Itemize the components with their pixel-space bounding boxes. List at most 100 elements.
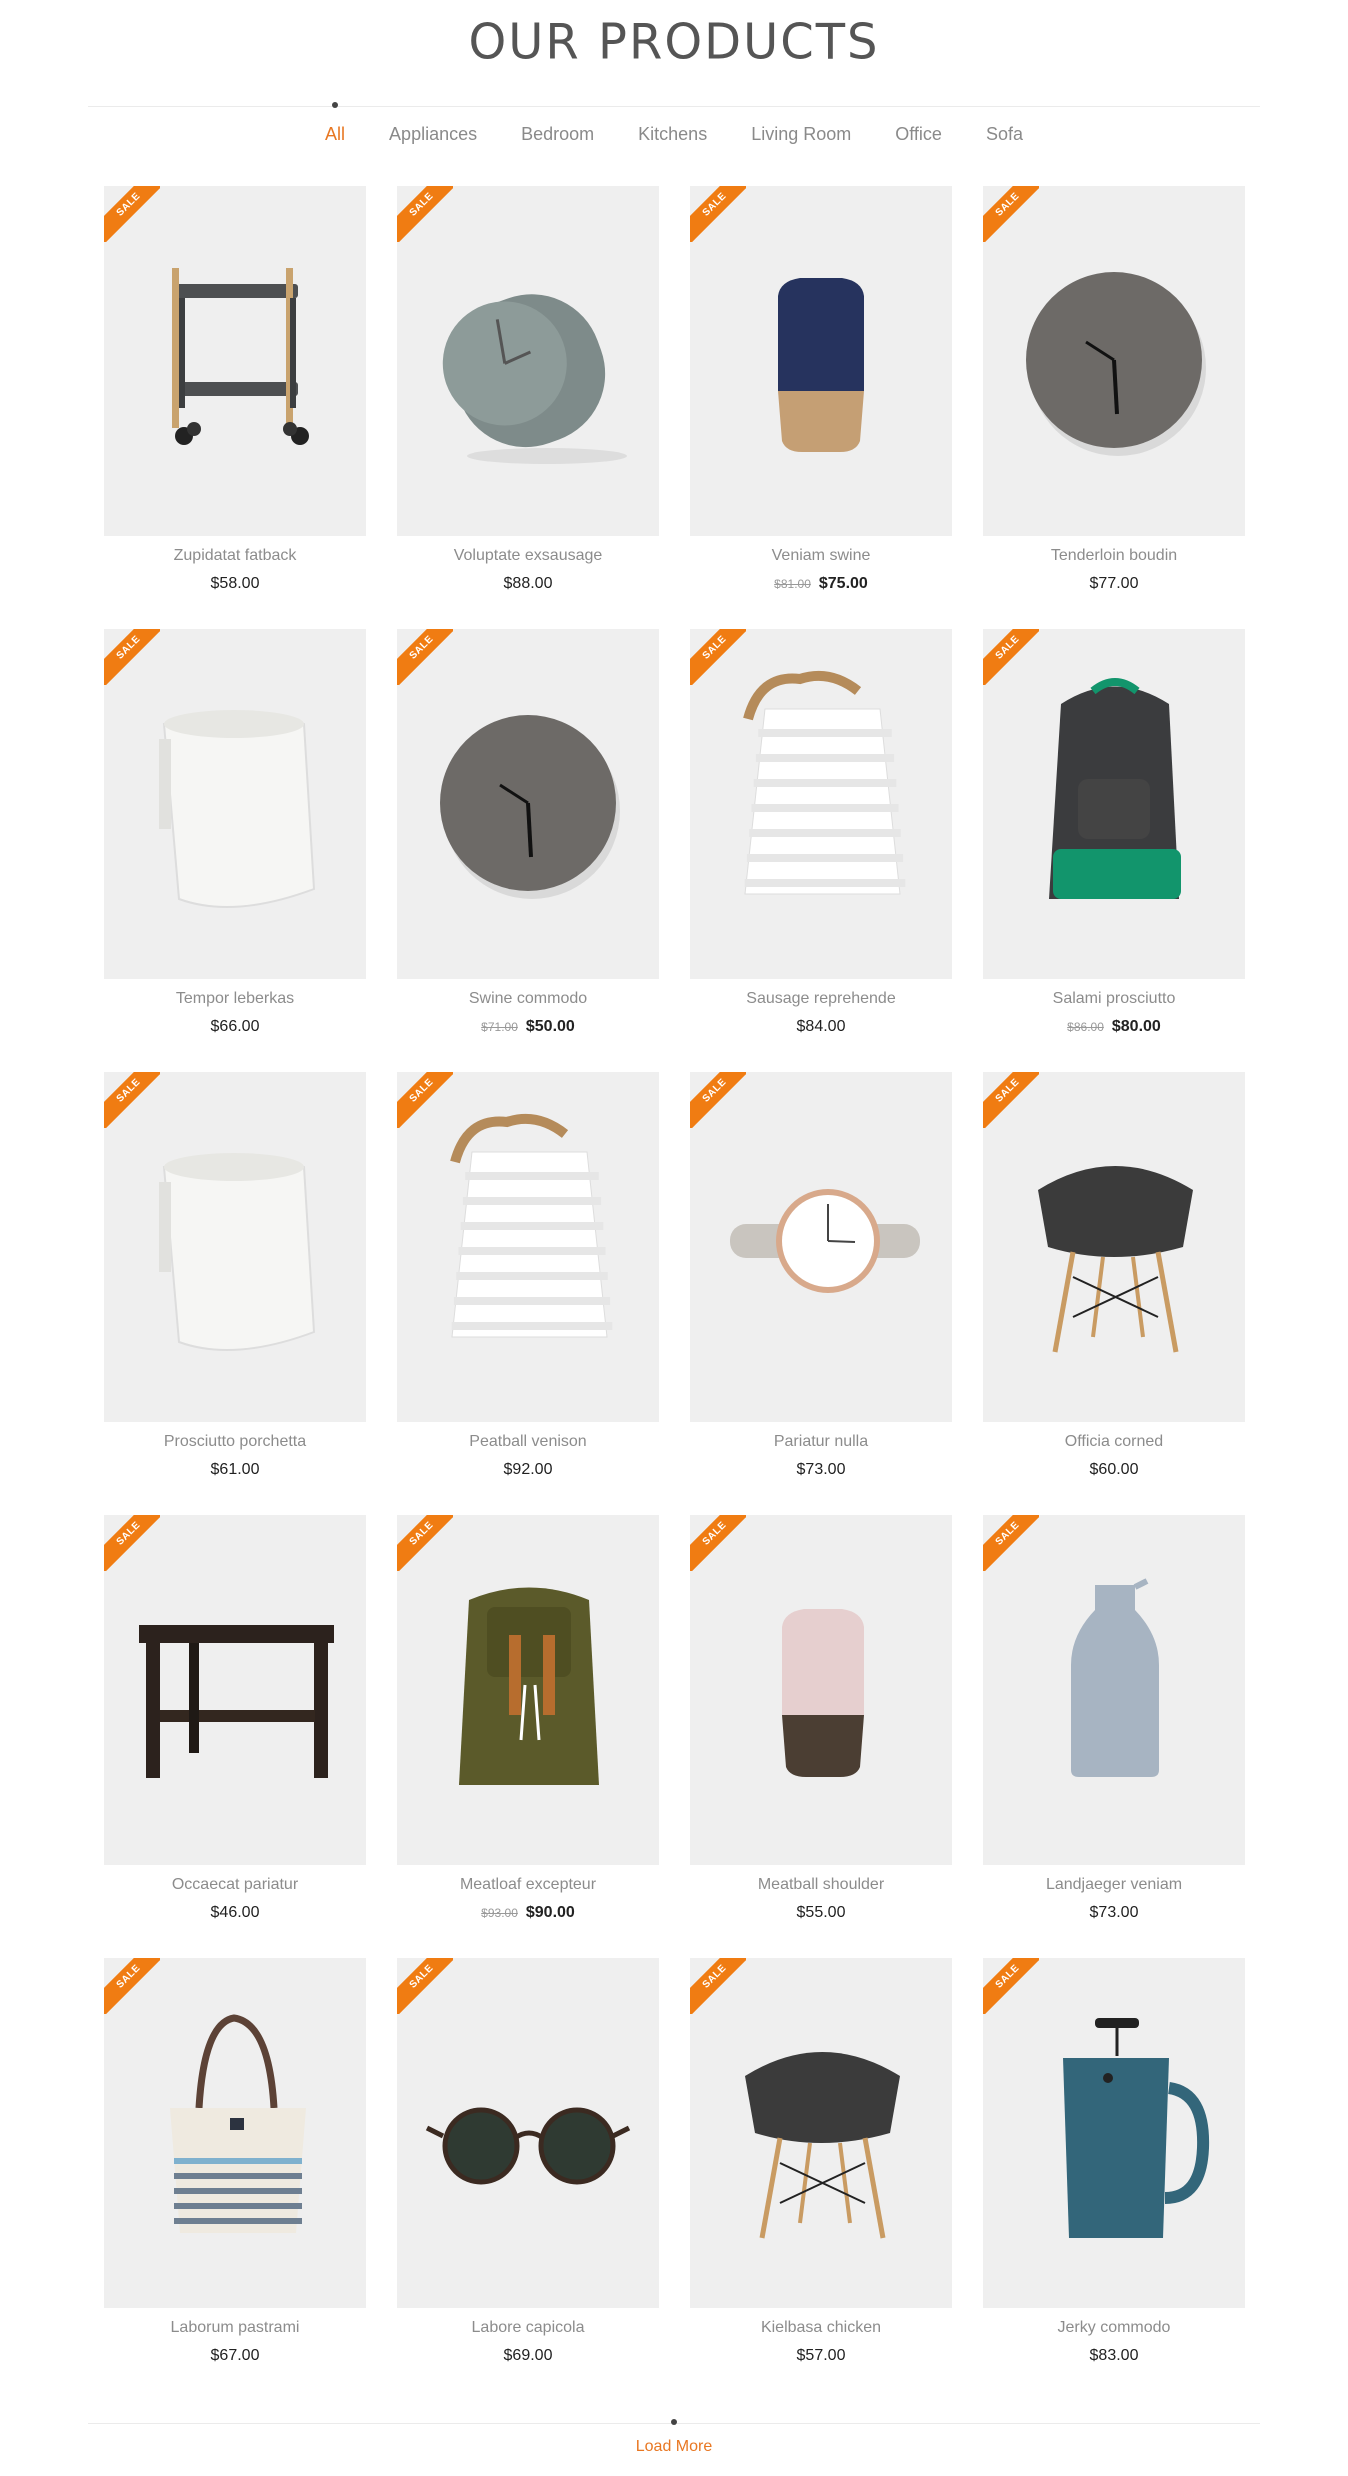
product-name[interactable]: Labore capicola	[397, 2318, 659, 2338]
product-name[interactable]: Salami prosciutto	[983, 989, 1245, 1009]
sale-label: SALE	[983, 1515, 1039, 1571]
sale-badge: SALE	[690, 186, 746, 242]
product-name[interactable]: Kielbasa chicken	[690, 2318, 952, 2338]
product-name[interactable]: Peatball venison	[397, 1432, 659, 1452]
product-name[interactable]: Meatloaf excepteur	[397, 1875, 659, 1895]
price-value: $46.00	[210, 1904, 260, 1921]
product-name[interactable]: Prosciutto porchetta	[104, 1432, 366, 1452]
product-card[interactable]: SALE Voluptate exsausage $88.00	[397, 186, 659, 629]
sale-label: SALE	[690, 186, 746, 242]
old-price: $86.00	[1067, 1020, 1104, 1034]
product-name[interactable]: Jerky commodo	[983, 2318, 1245, 2338]
sale-price: $90.00	[525, 1904, 575, 1921]
price-value: $55.00	[796, 1904, 846, 1921]
product-image[interactable]: SALE	[397, 1072, 659, 1422]
product-card[interactable]: SALE Officia corned $60.00	[983, 1072, 1245, 1515]
product-price: $92.00	[397, 1460, 659, 1480]
product-image[interactable]: SALE	[983, 186, 1245, 536]
product-image[interactable]: SALE	[397, 629, 659, 979]
product-name[interactable]: Occaecat pariatur	[104, 1875, 366, 1895]
product-price: $67.00	[104, 2346, 366, 2366]
product-card[interactable]: SALE Jerky commodo $83.00	[983, 1958, 1245, 2401]
product-card[interactable]: SALE Laborum pastrami $67.00	[104, 1958, 366, 2401]
product-card[interactable]: SALE Zupidatat fatback $58.00	[104, 186, 366, 629]
product-image[interactable]: SALE	[690, 186, 952, 536]
product-name[interactable]: Swine commodo	[397, 989, 659, 1009]
product-price: $88.00	[397, 574, 659, 594]
sale-label: SALE	[397, 186, 453, 242]
product-name[interactable]: Tenderloin boudin	[983, 546, 1245, 566]
sale-label: SALE	[983, 629, 1039, 685]
product-image[interactable]: SALE	[690, 1515, 952, 1865]
product-image[interactable]: SALE	[104, 629, 366, 979]
sale-label: SALE	[397, 629, 453, 685]
filter-tab-appliances[interactable]: Appliances	[367, 122, 499, 146]
product-price: $73.00	[983, 1903, 1245, 1923]
product-card[interactable]: SALE Occaecat pariatur $46.00	[104, 1515, 366, 1958]
product-price: $81.00 $75.00	[690, 574, 952, 594]
product-price: $86.00 $80.00	[983, 1017, 1245, 1037]
product-image[interactable]: SALE	[104, 1958, 366, 2308]
sale-badge: SALE	[397, 1515, 453, 1571]
price-value: $73.00	[796, 1461, 846, 1478]
product-card[interactable]: SALE Labore capicola $69.00	[397, 1958, 659, 2401]
load-more-button[interactable]: Load More	[0, 2438, 1348, 2456]
sale-label: SALE	[397, 1515, 453, 1571]
sale-price: $50.00	[525, 1018, 575, 1035]
product-card[interactable]: SALE Tempor leberkas $66.00	[104, 629, 366, 1072]
product-name[interactable]: Sausage reprehende	[690, 989, 952, 1009]
product-card[interactable]: SALE Meatloaf excepteur $93.00 $90.00	[397, 1515, 659, 1958]
product-image[interactable]: SALE	[983, 1072, 1245, 1422]
product-card[interactable]: SALE Sausage reprehende $84.00	[690, 629, 952, 1072]
product-name[interactable]: Tempor leberkas	[104, 989, 366, 1009]
product-card[interactable]: SALE Kielbasa chicken $57.00	[690, 1958, 952, 2401]
filter-tab-living-room[interactable]: Living Room	[729, 122, 873, 146]
product-image[interactable]: SALE	[690, 1072, 952, 1422]
filter-tabs: All Appliances Bedroom Kitchens Living Room O…	[0, 122, 1348, 146]
product-name[interactable]: Pariatur nulla	[690, 1432, 952, 1452]
product-image[interactable]: SALE	[397, 1515, 659, 1865]
product-name[interactable]: Landjaeger veniam	[983, 1875, 1245, 1895]
filter-tab-all[interactable]: All	[303, 122, 367, 146]
product-card[interactable]: SALE Prosciutto porchetta $61.00	[104, 1072, 366, 1515]
product-name[interactable]: Laborum pastrami	[104, 2318, 366, 2338]
product-price: $57.00	[690, 2346, 952, 2366]
product-price: $73.00	[690, 1460, 952, 1480]
product-name[interactable]: Veniam swine	[690, 546, 952, 566]
sale-label: SALE	[397, 1072, 453, 1128]
product-name[interactable]: Officia corned	[983, 1432, 1245, 1452]
product-name[interactable]: Voluptate exsausage	[397, 546, 659, 566]
price-value: $58.00	[210, 575, 260, 592]
price-value: $66.00	[210, 1018, 260, 1035]
filter-tab-sofa[interactable]: Sofa	[964, 122, 1045, 146]
product-image[interactable]: SALE	[690, 1958, 952, 2308]
product-card[interactable]: SALE Swine commodo $71.00 $50.00	[397, 629, 659, 1072]
product-image[interactable]: SALE	[397, 1958, 659, 2308]
product-image[interactable]: SALE	[983, 629, 1245, 979]
product-name[interactable]: Meatball shoulder	[690, 1875, 952, 1895]
sale-label: SALE	[104, 1958, 160, 2014]
sale-badge: SALE	[397, 629, 453, 685]
filter-tab-kitchens[interactable]: Kitchens	[616, 122, 729, 146]
product-card[interactable]: SALE Pariatur nulla $73.00	[690, 1072, 952, 1515]
product-card[interactable]: SALE Veniam swine $81.00 $75.00	[690, 186, 952, 629]
price-value: $73.00	[1089, 1904, 1139, 1921]
price-value: $77.00	[1089, 575, 1139, 592]
filter-tab-office[interactable]: Office	[873, 122, 964, 146]
product-image[interactable]: SALE	[104, 186, 366, 536]
product-image[interactable]: SALE	[983, 1515, 1245, 1865]
product-image[interactable]: SALE	[104, 1072, 366, 1422]
product-image[interactable]: SALE	[104, 1515, 366, 1865]
product-card[interactable]: SALE Peatball venison $92.00	[397, 1072, 659, 1515]
product-price: $84.00	[690, 1017, 952, 1037]
product-card[interactable]: SALE Meatball shoulder $55.00	[690, 1515, 952, 1958]
old-price: $81.00	[774, 577, 811, 591]
product-card[interactable]: SALE Landjaeger veniam $73.00	[983, 1515, 1245, 1958]
filter-tab-bedroom[interactable]: Bedroom	[499, 122, 616, 146]
product-image[interactable]: SALE	[690, 629, 952, 979]
product-card[interactable]: SALE Salami prosciutto $86.00 $80.00	[983, 629, 1245, 1072]
product-image[interactable]: SALE	[397, 186, 659, 536]
product-card[interactable]: SALE Tenderloin boudin $77.00	[983, 186, 1245, 629]
product-image[interactable]: SALE	[983, 1958, 1245, 2308]
product-name[interactable]: Zupidatat fatback	[104, 546, 366, 566]
